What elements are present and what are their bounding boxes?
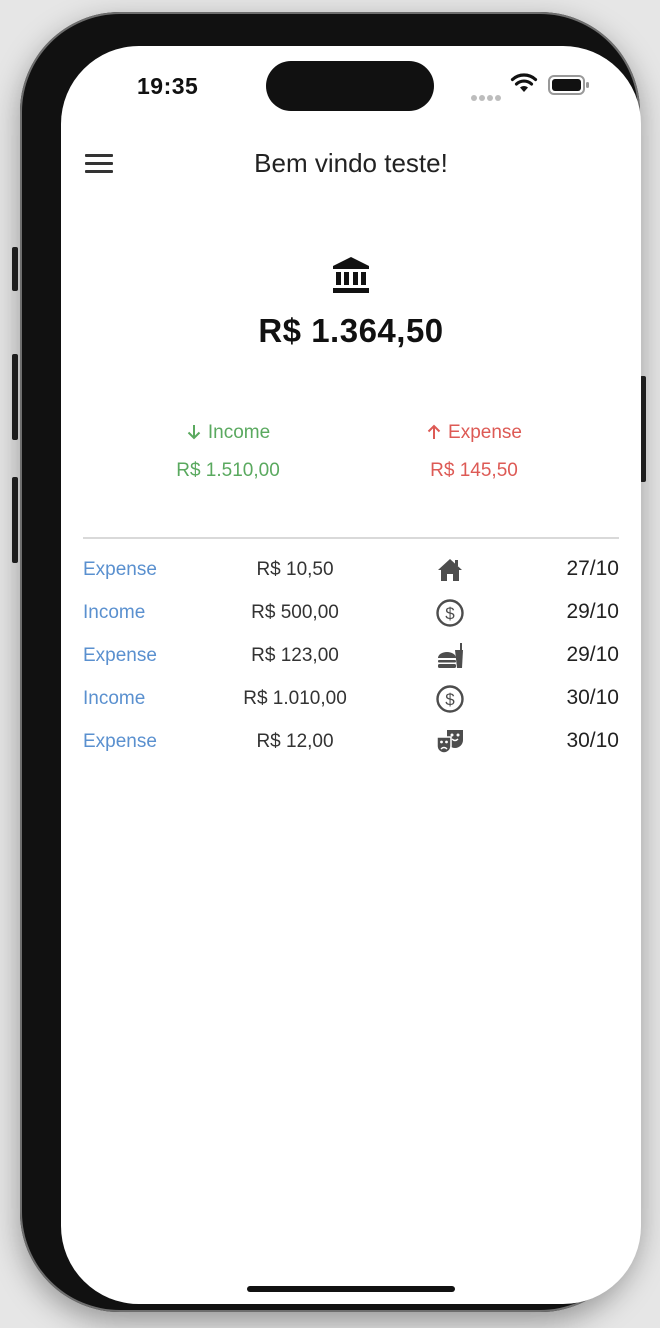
volume-down-button [12,477,18,563]
cellular-signal-icon [471,88,503,106]
arrow-up-icon [427,424,441,439]
transaction-amount: R$ 1.010,00 [243,688,347,709]
expense-label: Expense [448,422,522,443]
expense-summary: Expense R$ 145,50 [407,422,541,482]
expense-value: R$ 145,50 [430,460,518,481]
divider [83,537,619,539]
transaction-amount: R$ 10,50 [256,559,334,580]
dollar-icon: $ [436,685,464,713]
transaction-type: Income [83,602,146,623]
transaction-date: 29/10 [566,643,619,666]
transaction-row[interactable]: Expense R$ 123,00 29/10 [61,637,641,677]
transaction-amount: R$ 500,00 [251,602,339,623]
income-label-wrap: Income [161,422,295,444]
dollar-icon: $ [436,599,464,627]
transaction-date: 29/10 [566,600,619,623]
transaction-type: Income [83,688,146,709]
transaction-date: 30/10 [566,686,619,709]
page-title: Bem vindo teste! [254,148,448,178]
battery-icon [548,75,589,95]
arrow-down-icon [187,425,201,440]
transaction-date: 30/10 [566,729,619,752]
transaction-type: Expense [83,559,157,580]
screen: 19:35 Bem vindo teste! R$ 1.364,50 Incom… [61,46,641,1304]
transaction-date: 27/10 [566,557,619,580]
home-indicator[interactable] [247,1286,455,1292]
fastfood-icon [438,643,463,668]
bank-icon [333,257,369,293]
home-icon [438,559,462,581]
transaction-row[interactable]: Expense R$ 10,50 27/10 [61,551,641,591]
income-summary: Income R$ 1.510,00 [161,422,295,482]
transaction-amount: R$ 12,00 [256,731,334,752]
account-balance: R$ 1.364,50 [258,312,444,349]
dynamic-island [266,61,434,111]
status-time: 19:35 [137,73,199,99]
transaction-type: Expense [83,645,157,666]
phone-frame: 19:35 Bem vindo teste! R$ 1.364,50 Incom… [12,12,646,1312]
income-label: Income [207,422,271,443]
volume-up-button [12,354,18,440]
transaction-row[interactable]: Expense R$ 12,00 30/10 [61,723,641,763]
transaction-amount: R$ 123,00 [251,645,339,666]
svg-text:$: $ [445,604,455,623]
transaction-row[interactable]: Income R$ 500,00 $ 29/10 [61,594,641,634]
transaction-type: Expense [83,731,157,752]
income-value: R$ 1.510,00 [176,460,280,481]
wifi-icon [510,73,538,92]
mute-switch [12,247,18,291]
expense-label-wrap: Expense [407,422,541,444]
svg-text:$: $ [445,690,455,709]
transaction-row[interactable]: Income R$ 1.010,00 $ 30/10 [61,680,641,720]
theater-masks-icon [436,730,463,754]
